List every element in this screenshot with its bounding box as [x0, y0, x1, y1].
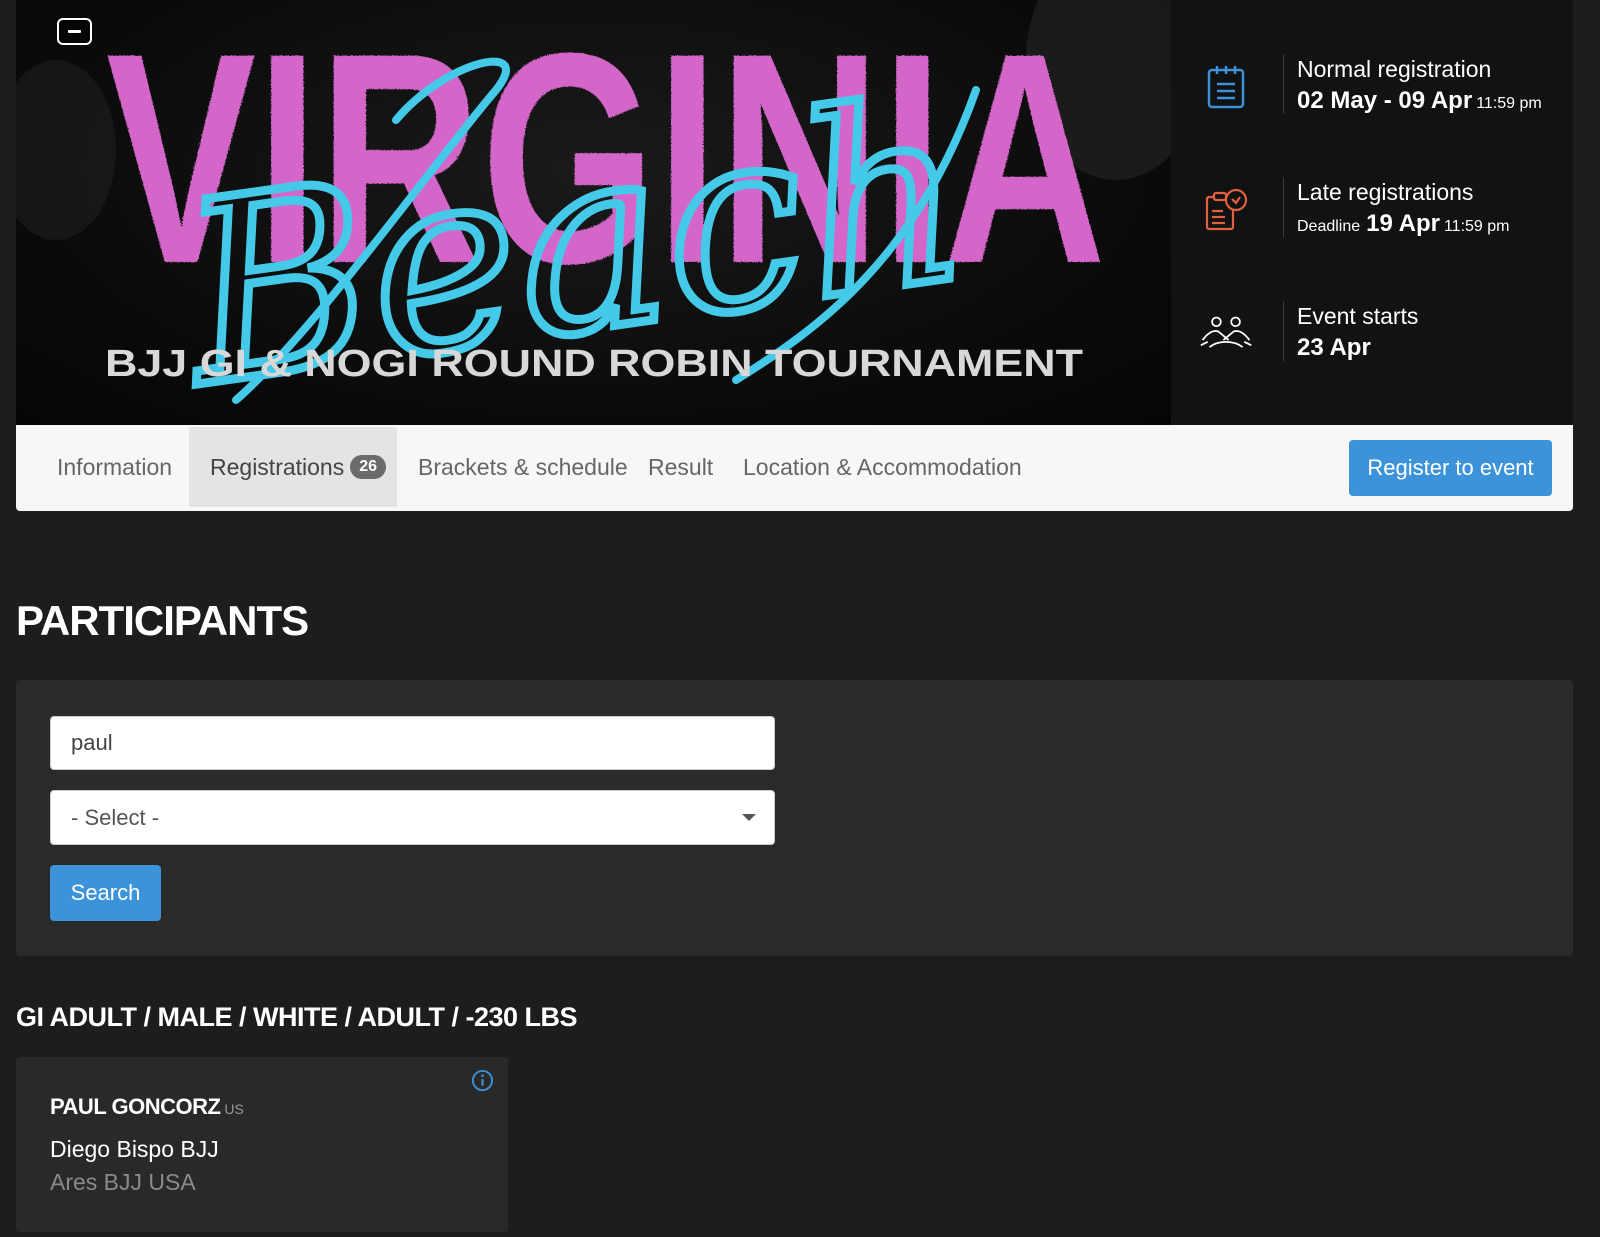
athlete-country: US [224, 1101, 244, 1117]
tab-label: Information [57, 454, 173, 480]
tab-location-accommodation[interactable]: Location & Accommodation [722, 427, 1043, 507]
late-registration-date: 19 Apr [1366, 210, 1440, 237]
category-title: GI ADULT / MALE / WHITE / ADULT / -230 L… [16, 1002, 578, 1032]
divider [1283, 54, 1284, 114]
tab-label: Brackets & schedule [418, 454, 628, 480]
category-select[interactable]: - Select - [50, 790, 775, 845]
athlete-team: Diego Bispo BJJ [50, 1136, 219, 1162]
normal-registration: Normal registration 02 May - 09 Apr 11:59… [1171, 54, 1573, 124]
event-start-label: Event starts [1297, 303, 1419, 329]
event-tab-bar: Information Registrations 26 Brackets & s… [16, 425, 1573, 511]
deadline-prefix: Deadline [1297, 218, 1361, 235]
grappling-icon [1199, 307, 1253, 361]
category-select-value: - Select - [71, 805, 160, 830]
page-title: PARTICIPANTS [16, 597, 309, 644]
tab-brackets-schedule[interactable]: Brackets & schedule [397, 427, 649, 507]
normal-registration-range: 02 May - 09 Apr [1297, 87, 1473, 114]
late-registration-label: Late registrations [1297, 179, 1474, 205]
tab-label: Location & Accommodation [743, 454, 1022, 480]
tab-result[interactable]: Result [627, 427, 734, 507]
late-registration: Late registrations Deadline 19 Apr 11:59 p… [1171, 177, 1573, 247]
register-to-event-button[interactable]: Register to event [1349, 440, 1552, 496]
calendar-icon [1199, 60, 1253, 114]
normal-registration-label: Normal registration [1297, 56, 1492, 82]
participant-search-input[interactable] [50, 716, 775, 770]
event-banner-image: VIRGINIA Beach BJJ GI & NOGI ROUND ROBIN… [16, 0, 1171, 425]
banner-subtitle: BJJ GI & NOGI ROUND ROBIN TOURNAMENT [105, 343, 1083, 385]
event-header: VIRGINIA Beach BJJ GI & NOGI ROUND ROBIN… [16, 0, 1573, 425]
search-button[interactable]: Search [50, 865, 161, 921]
tab-label: Result [648, 454, 714, 480]
info-icon[interactable] [471, 1069, 494, 1092]
tab-registrations[interactable]: Registrations 26 [189, 427, 397, 507]
divider [1283, 177, 1284, 237]
late-registration-time: 11:59 pm [1443, 218, 1510, 235]
caret-down-icon [742, 814, 756, 821]
tab-information[interactable]: Information [36, 427, 193, 507]
collapse-banner-button[interactable] [57, 18, 92, 45]
registrations-count-badge: 26 [350, 454, 387, 479]
divider [1283, 301, 1284, 361]
participant-filter-panel: - Select - Search [16, 680, 1573, 956]
athlete-affiliation: Ares BJJ USA [50, 1169, 196, 1195]
normal-registration-time: 11:59 pm [1476, 95, 1542, 112]
banner-artwork: VIRGINIA Beach BJJ GI & NOGI ROUND ROBIN… [16, 0, 1171, 425]
event-start-date: 23 Apr [1297, 334, 1371, 361]
athlete-name: PAUL GONCORZ [50, 1094, 221, 1119]
tab-label: Registrations [210, 454, 345, 480]
event-dates-panel: Normal registration 02 May - 09 Apr 11:59… [1171, 0, 1573, 425]
event-start: Event starts 23 Apr [1171, 301, 1573, 371]
participant-card: PAUL GONCORZ US Diego Bispo BJJ Ares BJJ … [16, 1057, 508, 1232]
clipboard-clock-icon [1199, 183, 1253, 237]
